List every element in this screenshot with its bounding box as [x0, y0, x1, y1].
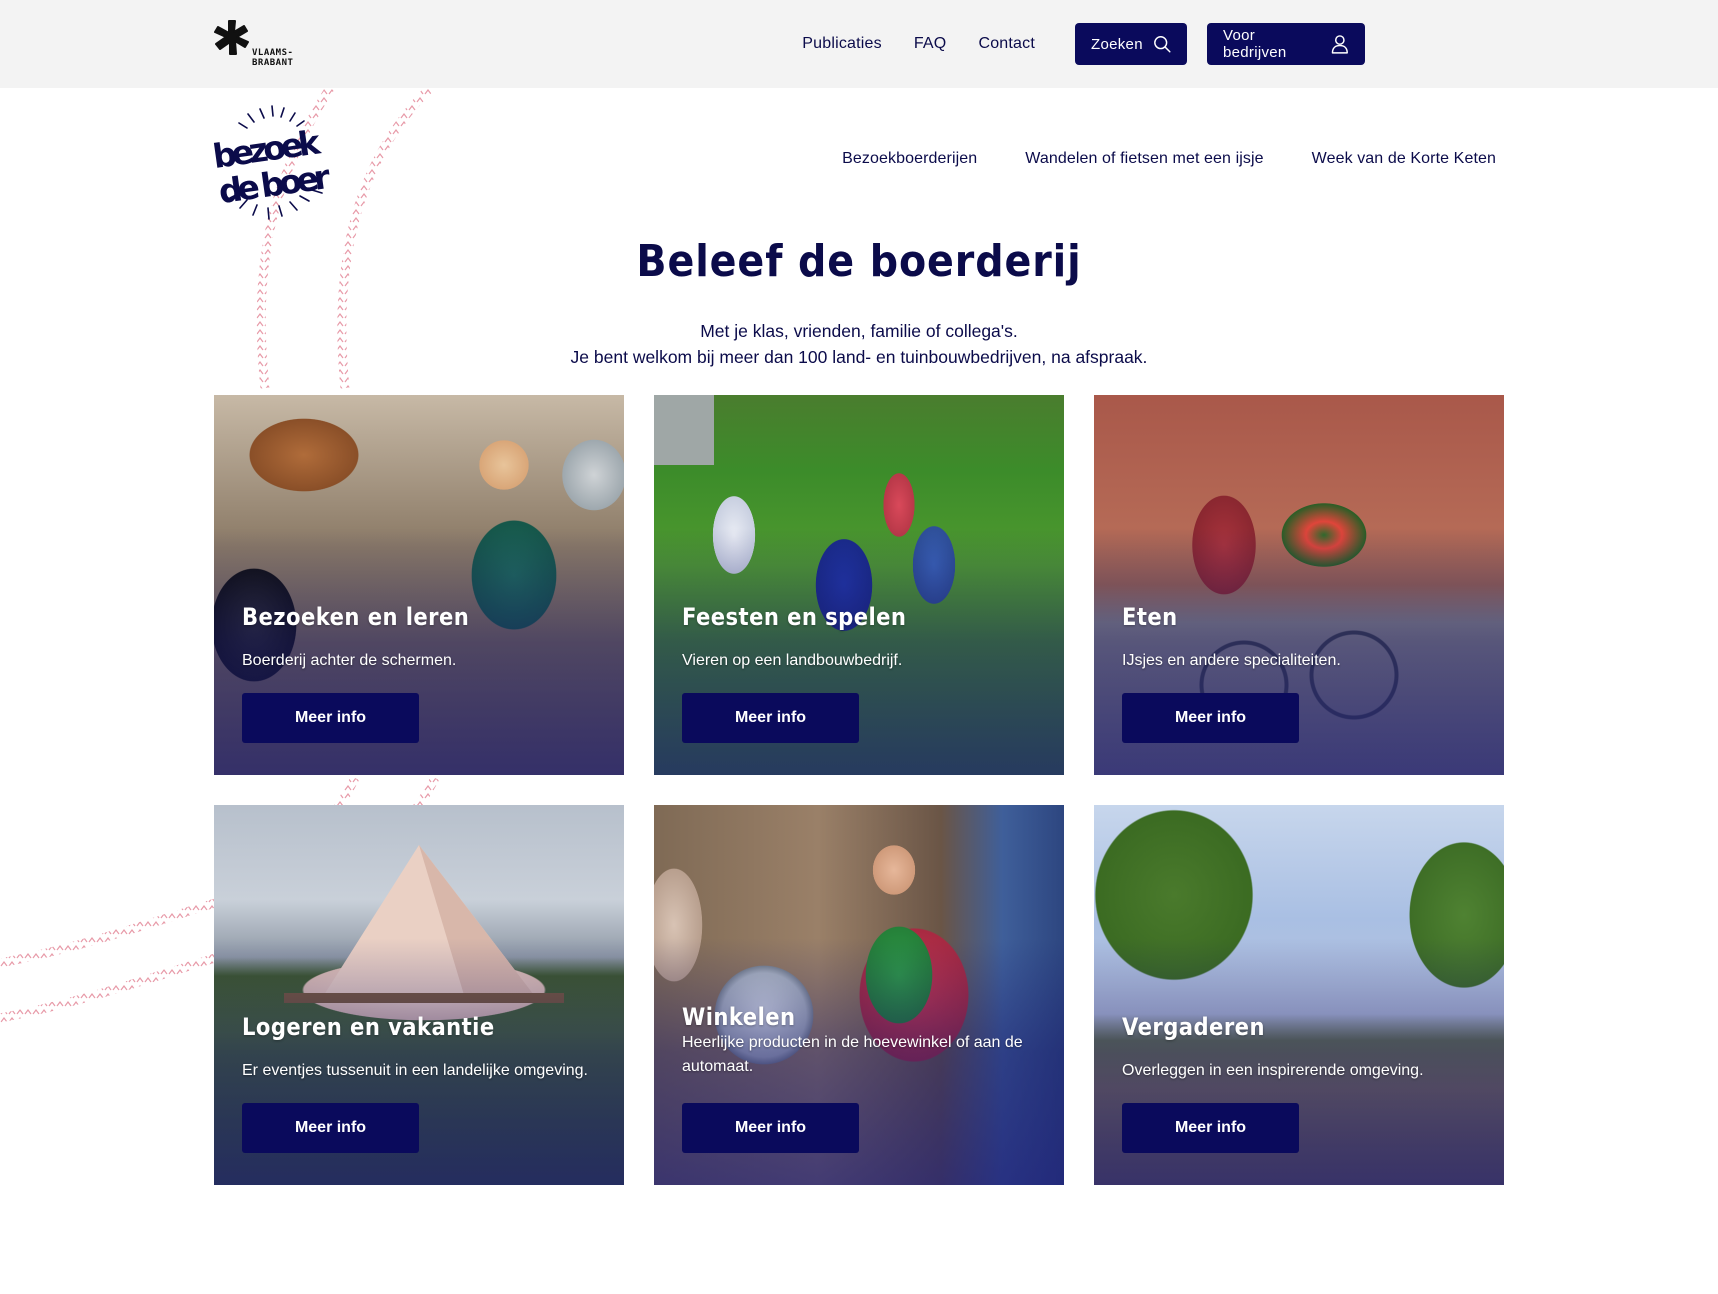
card-title: Vergaderen [1122, 1013, 1265, 1041]
nav-link-contact[interactable]: Contact [978, 35, 1035, 53]
meer-info-button[interactable]: Meer info [1122, 1103, 1299, 1153]
top-bar: VLAAMS- BRABANT Publicaties FAQ Contact … [0, 0, 1718, 88]
search-icon [1153, 36, 1171, 53]
company-button[interactable]: Voor bedrijven [1207, 23, 1365, 65]
card-feesten-spelen[interactable]: Feesten en spelen Vieren op een landbouw… [654, 395, 1064, 775]
meer-info-button[interactable]: Meer info [242, 693, 419, 743]
top-nav: Publicaties FAQ Contact Zoeken Voor bedr… [802, 23, 1365, 65]
card-title: Bezoeken en leren [242, 603, 470, 631]
main-nav: Bezoekboerderijen Wandelen of fietsen me… [794, 150, 1496, 168]
card-title: Eten [1122, 603, 1178, 631]
intro-line-2: Je bent welkom bij meer dan 100 land- en… [570, 347, 1148, 367]
card-description: Er eventjes tussenuit in een landelijke … [242, 1062, 588, 1079]
card-bezoeken-leren[interactable]: Bezoeken en leren Boerderij achter de sc… [214, 395, 624, 775]
search-button-label: Zoeken [1091, 35, 1143, 53]
page-title: Beleef de boerderij [636, 236, 1082, 287]
intro-line-1: Met je klas, vrienden, familie of colleg… [700, 321, 1018, 341]
card-description: IJsjes en andere specialiteiten. [1122, 652, 1341, 669]
vlaams-brabant-text: VLAAMS- BRABANT [252, 48, 294, 68]
company-button-label: Voor bedrijven [1223, 27, 1287, 61]
card-description: Boerderij achter de schermen. [242, 652, 457, 669]
meer-info-button[interactable]: Meer info [1122, 693, 1299, 743]
card-title: Winkelen [682, 1003, 796, 1031]
card-logeren-vakantie[interactable]: Logeren en vakantie Er eventjes tussenui… [214, 805, 624, 1185]
bezoek-de-boer-logo[interactable]: bezoek de boer [212, 104, 338, 222]
card-vergaderen[interactable]: Vergaderen Overleggen in een inspirerend… [1094, 805, 1504, 1185]
nav-link-faq[interactable]: FAQ [914, 35, 947, 53]
nav-link-wandelen-fietsen[interactable]: Wandelen of fietsen met een ijsje [1025, 150, 1263, 168]
card-description: Heerlijke producten in de hoevewinkel of… [682, 1034, 1023, 1075]
vlaams-brabant-logo[interactable]: VLAAMS- BRABANT [214, 20, 304, 70]
nav-link-publicaties[interactable]: Publicaties [802, 35, 882, 53]
nav-link-bezoekboerderijen[interactable]: Bezoekboerderijen [842, 150, 977, 168]
card-description: Vieren op een landbouwbedrijf. [682, 652, 903, 669]
card-description: Overleggen in een inspirerende omgeving. [1122, 1062, 1424, 1079]
card-winkelen[interactable]: Winkelen Heerlijke producten in de hoeve… [654, 805, 1064, 1185]
nav-link-week-korte-keten[interactable]: Week van de Korte Keten [1312, 150, 1496, 168]
intro-text: Met je klas, vrienden, familie of colleg… [0, 318, 1718, 370]
meer-info-button[interactable]: Meer info [682, 693, 859, 743]
meer-info-button[interactable]: Meer info [242, 1103, 419, 1153]
user-icon [1332, 35, 1349, 54]
card-title: Feesten en spelen [682, 603, 907, 631]
meer-info-button[interactable]: Meer info [682, 1103, 859, 1153]
asterisk-logo-icon [214, 20, 249, 55]
card-eten[interactable]: Eten IJsjes en andere specialiteiten. Me… [1094, 395, 1504, 775]
card-title: Logeren en vakantie [242, 1013, 495, 1041]
search-button[interactable]: Zoeken [1075, 23, 1187, 65]
